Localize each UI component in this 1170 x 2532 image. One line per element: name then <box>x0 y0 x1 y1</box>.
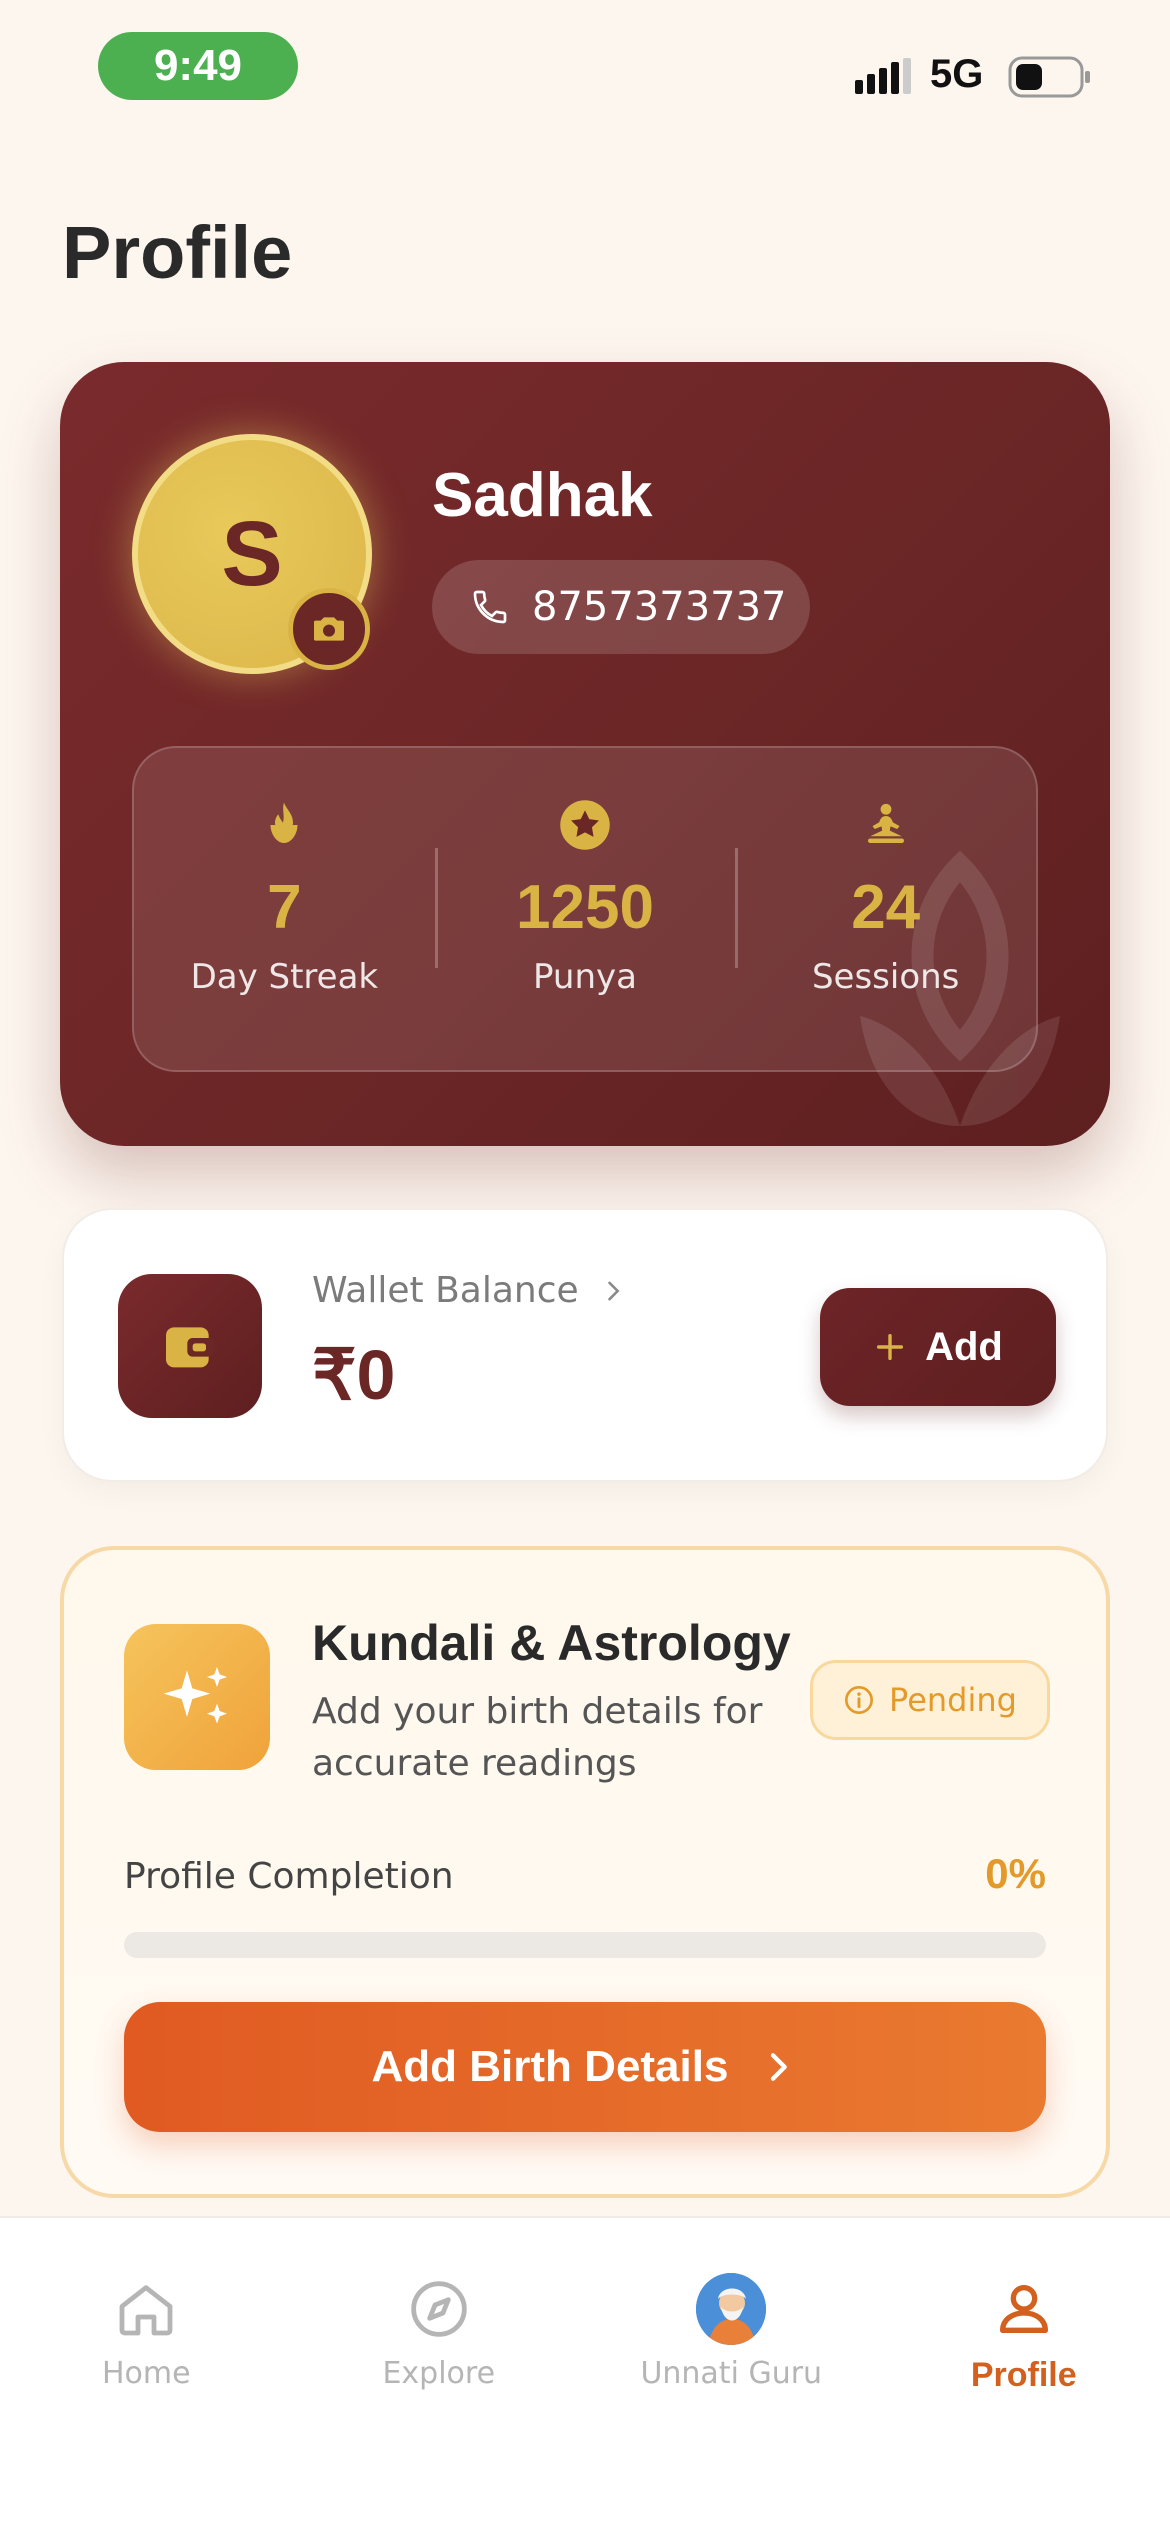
profile-completion-label: Profile Completion <box>124 1856 454 1897</box>
stat-value: 1250 <box>516 873 654 942</box>
nav-item-explore[interactable]: Explore <box>293 2218 586 2532</box>
kundali-icon-tile <box>124 1624 270 1770</box>
stat-value: 7 <box>267 873 302 942</box>
stat-label: Sessions <box>811 957 960 997</box>
nav-label-home: Home <box>101 2356 191 2391</box>
page-title: Profile <box>62 211 293 294</box>
guru-face-icon <box>696 2273 767 2345</box>
nav-item-profile[interactable]: Profile <box>878 2218 1170 2532</box>
stat-value: 24 <box>851 873 921 942</box>
nav-label-profile: Profile <box>970 2356 1077 2394</box>
battery-icon <box>1008 56 1090 98</box>
stats-panel: 7 Day Streak 1250 Punya 24 Sessions <box>132 746 1038 1072</box>
bottom-nav: Home Explore Unnati Guru Profile <box>0 2216 1170 2532</box>
network-label: 5G <box>930 52 984 96</box>
profile-completion-value: 0% <box>985 1850 1046 1897</box>
stat-sessions: 24 Sessions <box>735 748 1036 1070</box>
camera-icon <box>314 617 344 641</box>
profile-completion-progress <box>124 1932 1046 1958</box>
wallet-balance-label: Wallet Balance <box>312 1270 579 1311</box>
meditation-icon <box>867 803 904 843</box>
stat-label: Punya <box>533 957 637 997</box>
kundali-card: Kundali & Astrology Add your birth detai… <box>60 1546 1110 2198</box>
stat-punya: 1250 Punya <box>434 748 736 1070</box>
info-icon <box>845 1686 874 1714</box>
phone-icon <box>473 590 507 624</box>
phone-number: 8757373737 <box>532 584 787 630</box>
star-icon <box>560 800 610 850</box>
add-money-label: Add <box>925 1324 1003 1369</box>
status-time: 9:49 <box>98 32 298 100</box>
signal-icon <box>855 58 911 94</box>
chevron-right-icon <box>771 2053 788 2081</box>
flame-icon <box>270 802 298 843</box>
guru-avatar <box>696 2273 767 2345</box>
status-badge: Pending <box>810 1660 1050 1740</box>
nav-label-unnati-guru: Unnati Guru <box>640 2356 823 2391</box>
stat-label: Day Streak <box>190 957 379 997</box>
stat-day-streak: 7 Day Streak <box>134 748 435 1070</box>
home-icon <box>119 2285 173 2336</box>
add-birth-details-label: Add Birth Details <box>371 2042 729 2091</box>
status-bar: 9:49 5G <box>0 0 1170 140</box>
plus-icon <box>877 1333 904 1361</box>
nav-item-home[interactable]: Home <box>0 2218 293 2532</box>
status-badge-label: Pending <box>889 1681 1017 1719</box>
compass-icon <box>411 2281 467 2337</box>
wallet-card[interactable]: Wallet Balance ₹0 Add <box>62 1208 1108 1482</box>
user-icon <box>999 2285 1048 2333</box>
sparkles-icon <box>163 1667 227 1724</box>
wallet-amount: ₹0 <box>312 1336 396 1414</box>
nav-label-explore: Explore <box>382 2356 496 2391</box>
chevron-right-icon <box>607 1281 620 1300</box>
add-money-button[interactable]: Add <box>820 1288 1056 1406</box>
kundali-subtitle: Add your birth details for accurate read… <box>312 1691 763 1784</box>
phone-number-pill: 8757373737 <box>432 560 810 654</box>
wallet-icon-tile <box>118 1274 262 1418</box>
kundali-title: Kundali & Astrology <box>312 1615 791 1671</box>
add-birth-details-button[interactable]: Add Birth Details <box>124 2002 1046 2132</box>
nav-item-unnati-guru[interactable]: Unnati Guru <box>585 2218 878 2532</box>
wallet-balance-link[interactable]: Wallet Balance <box>312 1270 627 1311</box>
change-photo-button[interactable] <box>288 588 370 670</box>
profile-card: S Sadhak 8757373737 7 Day Streak 1250 Pu… <box>60 362 1110 1146</box>
user-name: Sadhak <box>432 461 653 530</box>
wallet-icon <box>166 1327 214 1368</box>
